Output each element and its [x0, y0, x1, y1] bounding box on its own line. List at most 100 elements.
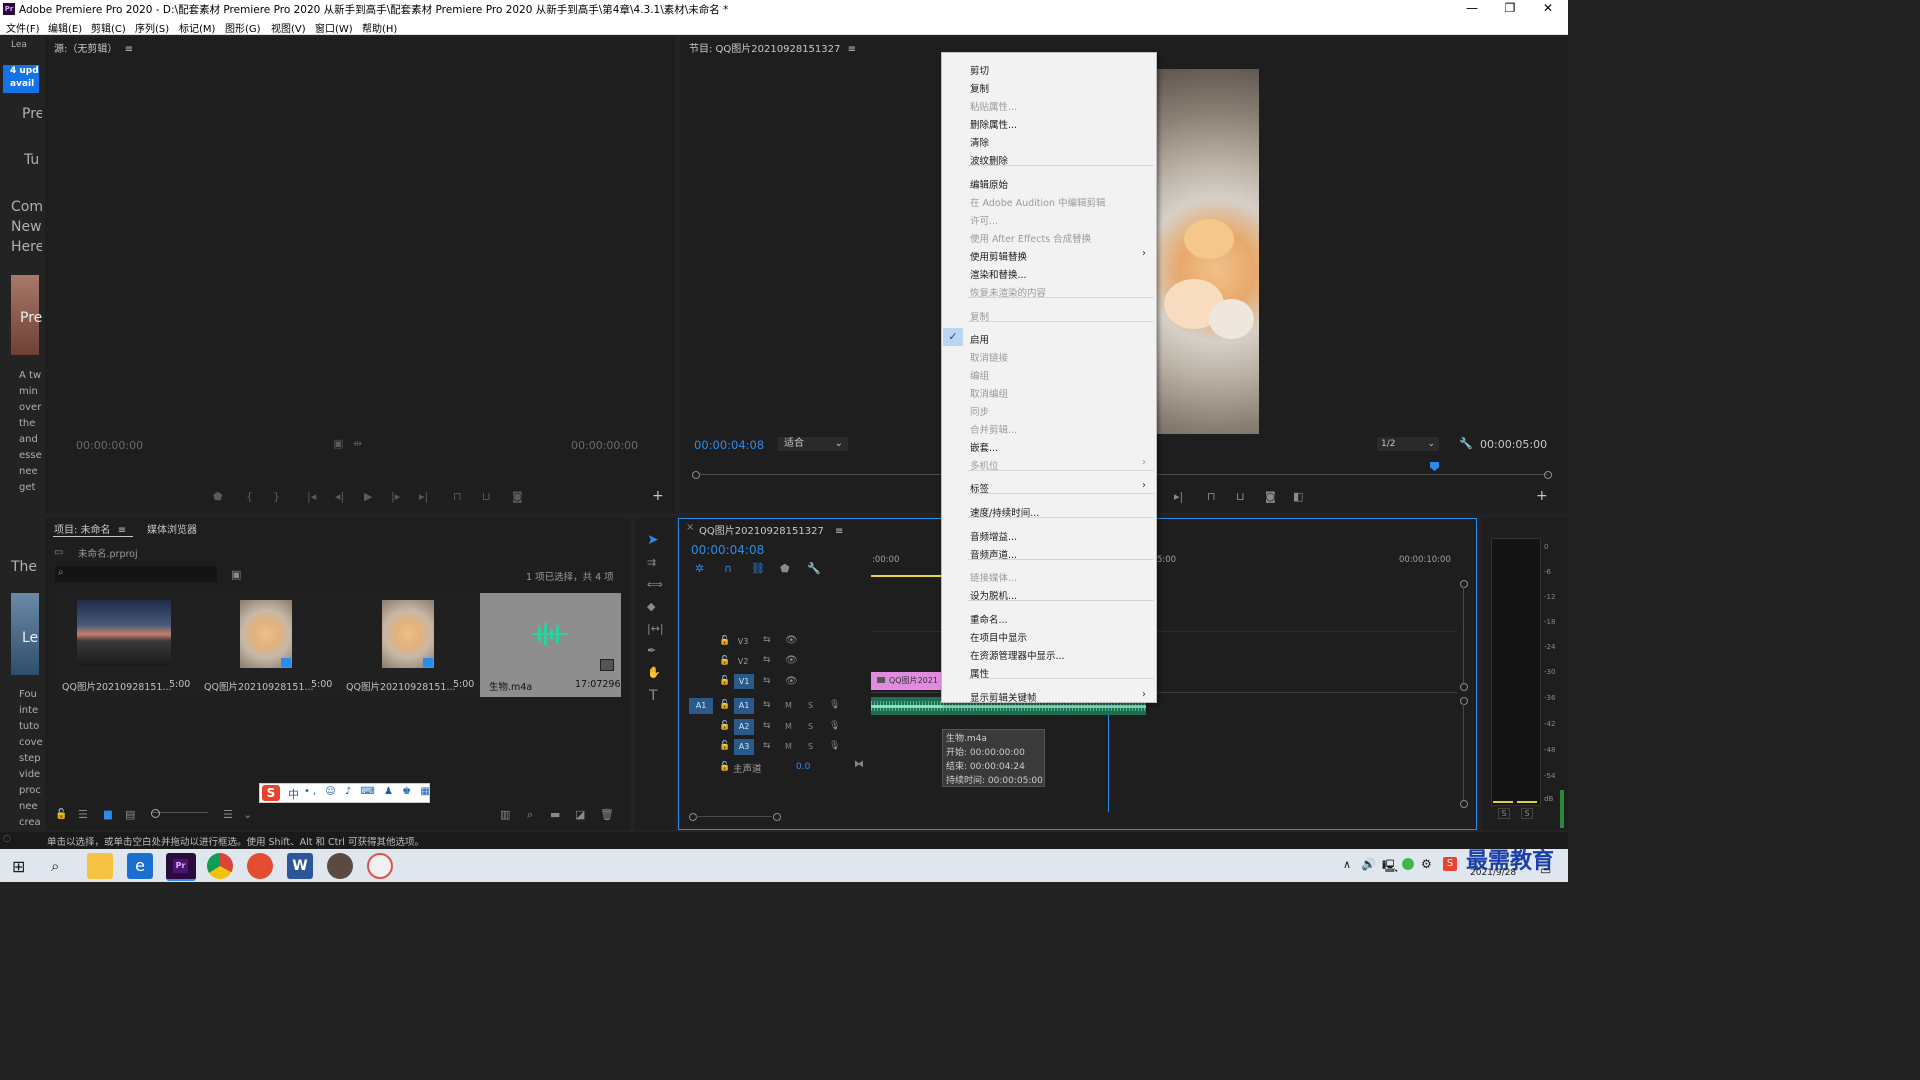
automate-to-sequence-icon[interactable]: ▥ [500, 808, 510, 821]
lock-icon[interactable]: 🔓 [719, 700, 730, 710]
panel-menu-icon[interactable]: ≡ [125, 44, 133, 55]
horizontal-scroll-handle[interactable] [773, 813, 781, 821]
lock-icon[interactable]: 🔓 [719, 741, 730, 751]
update-badge[interactable]: 4 upd avail [3, 65, 39, 93]
context-menu-item[interactable]: 使用剪辑替换 [970, 249, 1027, 263]
context-menu-item[interactable]: 标签 [970, 481, 989, 495]
find-icon[interactable]: ⌕ [527, 808, 533, 822]
sort-icon[interactable]: ☰ [223, 808, 233, 821]
solo-button[interactable]: S [808, 701, 813, 710]
panel-menu-icon[interactable]: ≡ [848, 44, 856, 55]
tray-app-icon[interactable]: ⚙ [1421, 857, 1432, 871]
master-volume-value[interactable]: 0.0 [796, 762, 810, 772]
overwrite-icon[interactable]: ⊔ [482, 490, 491, 503]
new-bin-from-search-icon[interactable]: ▣ [231, 568, 241, 581]
zoom-slider-handle[interactable] [151, 809, 160, 818]
tab-media-browser[interactable]: 媒体浏览器 [147, 521, 197, 536]
tray-chevron-icon[interactable]: ∧ [1343, 858, 1351, 871]
track-target-v1[interactable]: V1 [734, 674, 754, 689]
list-view-icon[interactable]: ☰ [78, 808, 88, 821]
lock-icon[interactable]: 🔓 [719, 721, 730, 731]
solo-right-button[interactable]: S [1521, 808, 1533, 819]
context-menu-item[interactable]: 在资源管理器中显示... [970, 648, 1065, 662]
freeform-view-icon[interactable]: ▤ [125, 808, 135, 821]
mark-out-icon[interactable]: } [273, 490, 280, 503]
mute-button[interactable]: M [785, 722, 792, 731]
wrench-icon[interactable]: 🔧 [1459, 437, 1473, 450]
go-to-out-icon[interactable]: ▸| [1174, 490, 1183, 503]
context-menu-item[interactable]: 音频声道... [970, 547, 1017, 561]
sogou-logo-icon[interactable]: S [262, 785, 280, 801]
project-item-audio-selected[interactable]: 生物.m4a 17:07296 [480, 593, 621, 697]
marker-icon[interactable]: ⬟ [213, 490, 223, 503]
ripple-edit-tool-icon[interactable]: ⟺ [647, 578, 663, 591]
go-to-in-icon[interactable]: |◂ [307, 490, 316, 503]
context-menu-item[interactable]: 嵌套... [970, 440, 998, 454]
new-bin-icon[interactable]: ▬ [550, 808, 560, 821]
add-button-icon[interactable]: + [1536, 488, 1548, 504]
scrub-end-handle[interactable] [1544, 471, 1552, 479]
panel-menu-icon[interactable]: ≡ [835, 526, 843, 537]
sync-lock-icon[interactable]: ⇆ [763, 700, 771, 710]
context-menu-item[interactable]: 速度/持续时间... [970, 505, 1039, 519]
mark-in-icon[interactable]: { [246, 490, 253, 503]
source-patch-a1[interactable]: A1 [689, 698, 713, 714]
menu-file[interactable]: 文件(F) [6, 20, 40, 35]
eye-icon[interactable]: 👁 [785, 635, 798, 646]
timeline-tab[interactable]: QQ图片20210928151327 ≡ [699, 522, 843, 537]
go-to-out-icon[interactable]: ▸| [419, 490, 428, 503]
menu-help[interactable]: 帮助(H) [362, 20, 397, 35]
menu-view[interactable]: 视图(V) [271, 20, 306, 35]
sync-lock-icon[interactable]: ⇆ [763, 655, 771, 665]
sync-lock-icon[interactable]: ⇆ [763, 721, 771, 731]
linked-selection-icon[interactable]: ⛓ [751, 562, 765, 575]
icon-view-icon[interactable]: ▆ [104, 809, 112, 820]
pen-tool-icon[interactable]: ✒ [647, 644, 656, 657]
menu-marker[interactable]: 标记(M) [179, 20, 215, 35]
edge-icon[interactable]: e [127, 853, 153, 879]
menu-window[interactable]: 窗口(W) [315, 20, 353, 35]
add-marker-icon[interactable]: ⬟ [780, 562, 790, 575]
context-menu-item[interactable]: 波纹删除 [970, 153, 1008, 167]
context-menu-item[interactable]: 显示剪辑关键帧 [970, 690, 1037, 704]
step-forward-icon[interactable]: |▸ [391, 490, 400, 503]
timeline-timecode[interactable]: 00:00:04:08 [691, 543, 764, 557]
sync-lock-icon[interactable]: ⇆ [763, 676, 771, 686]
export-frame-icon[interactable]: ◙ [1265, 490, 1276, 503]
menu-sequence[interactable]: 序列(S) [135, 20, 169, 35]
solo-button[interactable]: S [808, 722, 813, 731]
context-menu-item[interactable]: 剪切 [970, 63, 989, 77]
search-icon[interactable]: ⌕ [51, 857, 59, 875]
menu-edit[interactable]: 编辑(E) [48, 20, 82, 35]
app-avatar-icon[interactable] [327, 853, 353, 879]
windows-start-icon[interactable]: ⊞ [12, 857, 25, 876]
context-menu-item[interactable]: 音频增益... [970, 529, 1017, 543]
mute-button[interactable]: M [785, 742, 792, 751]
scrub-start-handle[interactable] [692, 471, 700, 479]
extract-icon[interactable]: ⊔ [1236, 490, 1245, 503]
panel-menu-icon[interactable]: ≡ [118, 525, 126, 536]
chevron-down-icon[interactable]: ⌄ [243, 808, 252, 821]
menu-graphics[interactable]: 图形(G) [225, 20, 261, 35]
go-to-edit-point-icon[interactable]: ⧓ [854, 759, 864, 770]
word-icon[interactable]: W [287, 853, 313, 879]
playhead-marker[interactable] [1430, 462, 1439, 471]
ime-language[interactable]: 中 [288, 786, 299, 802]
lock-icon[interactable]: 🔓 [719, 676, 730, 686]
microphone-icon[interactable]: 🎙 [829, 721, 840, 731]
solo-left-button[interactable]: S [1498, 808, 1510, 819]
context-menu-item[interactable]: 编辑原始 [970, 177, 1008, 191]
track-label[interactable]: V2 [734, 655, 752, 668]
snipping-tool-icon[interactable] [367, 853, 393, 879]
context-menu-item[interactable]: 清除 [970, 135, 989, 149]
video-clip-v1[interactable]: QQ图片2021 [871, 672, 943, 690]
tray-app-icon[interactable] [1402, 858, 1414, 870]
ime-tool-icons[interactable]: •, ☺ ♪ ⌨ ♟ ♚ ▦ [304, 786, 433, 797]
context-menu-item[interactable]: 在项目中显示 [970, 630, 1027, 644]
track-label[interactable]: V3 [734, 635, 752, 648]
fit-dropdown[interactable]: 适合 ⌄ [778, 437, 848, 451]
wrench-icon[interactable]: 🔧 [807, 562, 821, 575]
source-drag-icon[interactable]: ⇹ [353, 437, 362, 450]
tab-project[interactable]: 项目: 未命名 ≡ [54, 521, 126, 536]
resolution-dropdown[interactable]: 1/2 ⌄ [1377, 437, 1439, 451]
